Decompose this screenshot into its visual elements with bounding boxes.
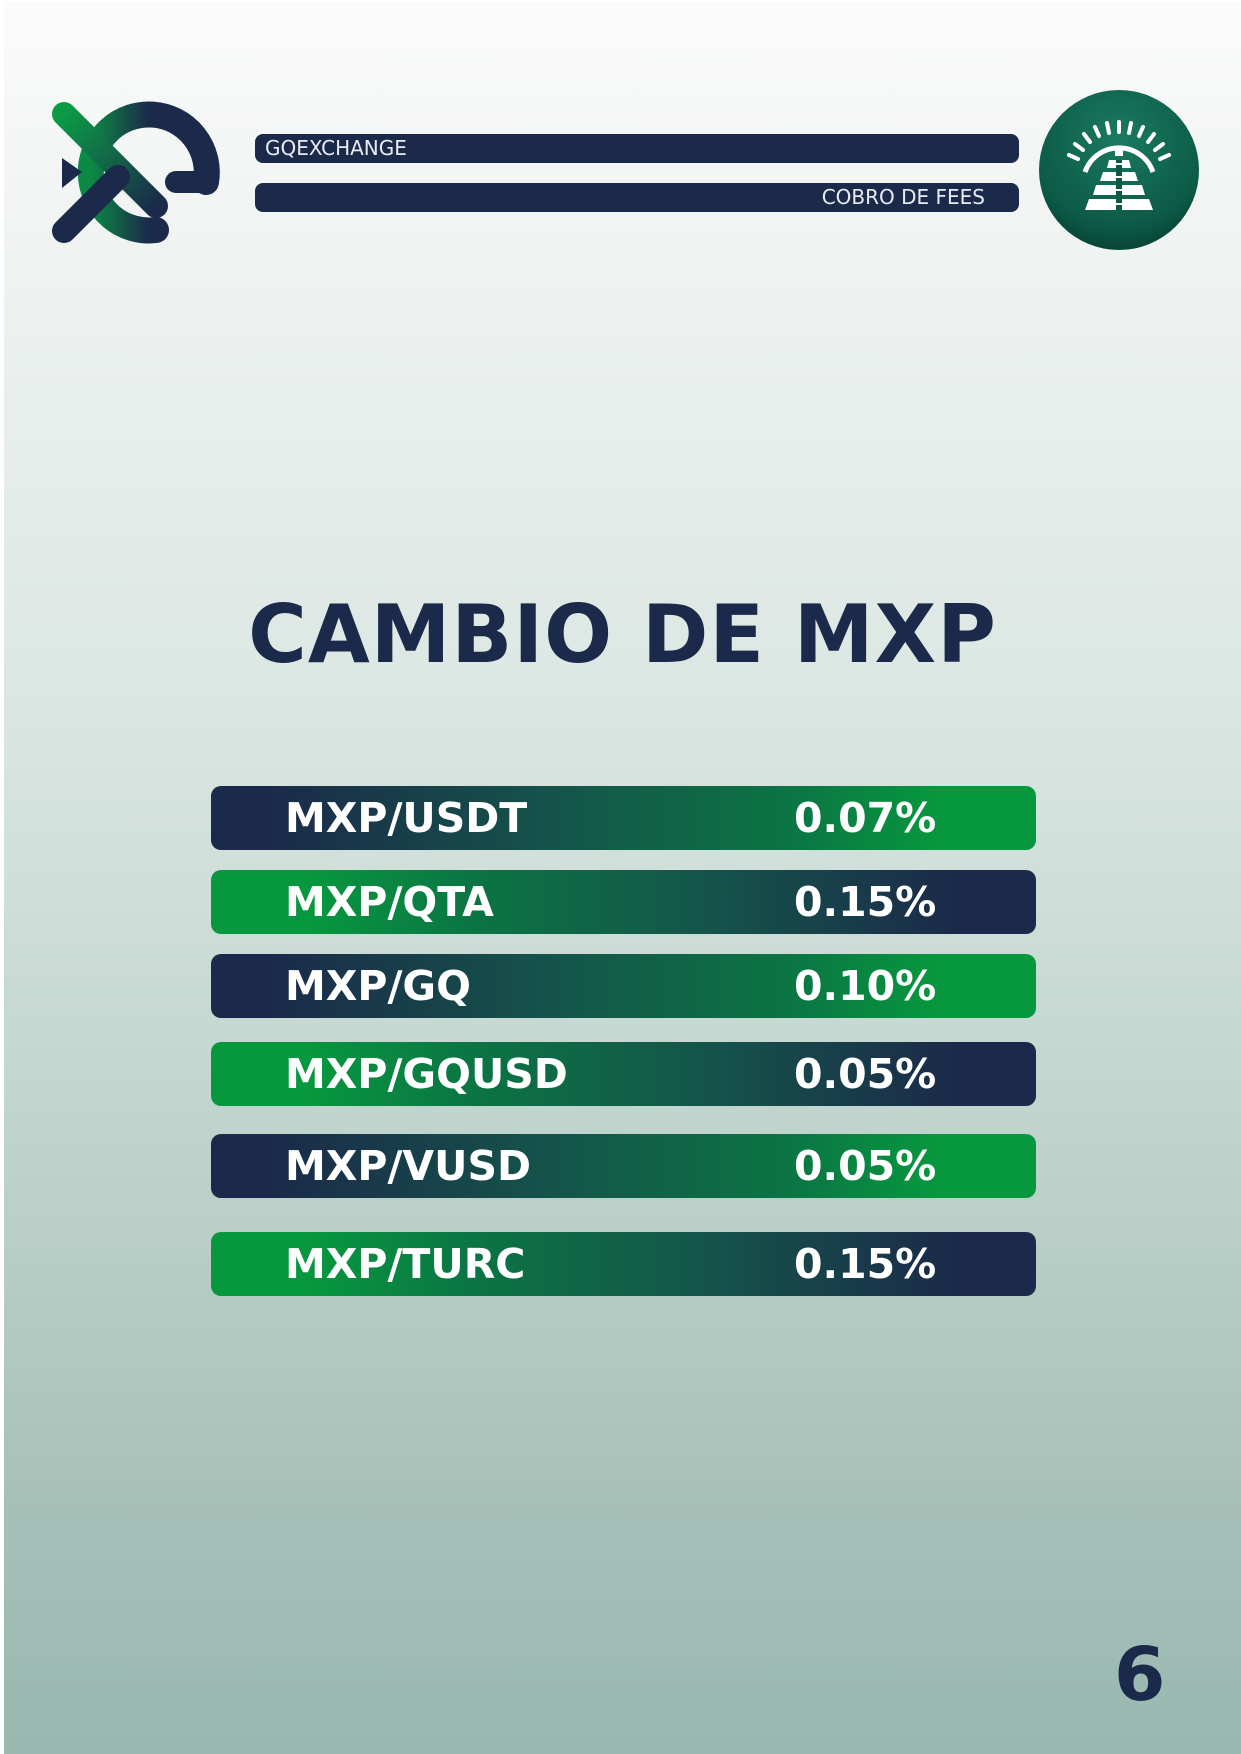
pyramid-sun-seal-icon	[1039, 90, 1199, 250]
fee-percent: 0.15%	[794, 878, 937, 926]
fee-row: MXP/TURC 0.15%	[211, 1232, 1036, 1296]
page-number: 6	[1114, 1632, 1166, 1718]
fee-pair: MXP/USDT	[285, 794, 528, 842]
fee-percent: 0.15%	[794, 1240, 937, 1288]
fee-row: MXP/VUSD 0.05%	[211, 1134, 1036, 1198]
document-page: GQEXCHANGE COBRO DE FEES CAMBIO DE MXP M…	[4, 2, 1241, 1754]
fee-row: MXP/GQUSD 0.05%	[211, 1042, 1036, 1106]
fee-percent: 0.10%	[794, 962, 937, 1010]
fee-percent: 0.05%	[794, 1050, 937, 1098]
fee-table: MXP/USDT 0.07% MXP/QTA 0.15% MXP/GQ 0.10…	[211, 2, 1036, 1754]
fee-row: MXP/GQ 0.10%	[211, 954, 1036, 1018]
fee-percent: 0.05%	[794, 1142, 937, 1190]
fee-pair: MXP/QTA	[285, 878, 494, 926]
gq-exchange-logo-icon	[52, 101, 220, 244]
fee-row: MXP/QTA 0.15%	[211, 870, 1036, 934]
fee-pair: MXP/GQ	[285, 962, 471, 1010]
fee-row: MXP/USDT 0.07%	[211, 786, 1036, 850]
fee-pair: MXP/GQUSD	[285, 1050, 568, 1098]
fee-pair: MXP/VUSD	[285, 1142, 532, 1190]
fee-percent: 0.07%	[794, 794, 937, 842]
fee-pair: MXP/TURC	[285, 1240, 526, 1288]
